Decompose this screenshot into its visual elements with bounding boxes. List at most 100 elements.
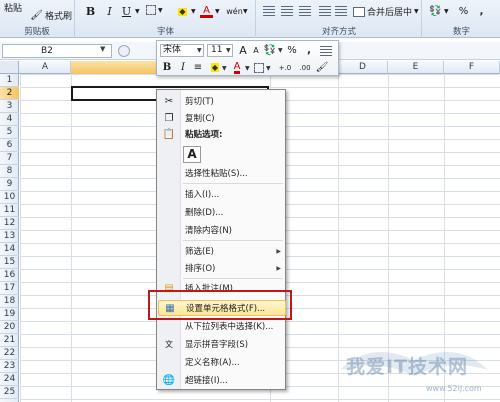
row-header-4[interactable]: 4: [0, 113, 19, 126]
align-center-button[interactable]: [281, 6, 293, 16]
row-header-19[interactable]: 19: [0, 308, 19, 321]
indent-decrease-icon: [319, 6, 331, 16]
row-header-7[interactable]: 7: [0, 152, 19, 165]
paste-option-button[interactable]: A: [183, 146, 201, 163]
row-header-1[interactable]: 1: [0, 74, 19, 87]
align-right-icon: [299, 6, 311, 16]
menu-item-paste-options: 📋 粘贴选项:: [162, 128, 223, 141]
fill-color-button[interactable]: ◆ ▼: [176, 5, 196, 18]
format-painter-button[interactable]: 🖌 格式刷: [30, 9, 72, 22]
phonetic-button[interactable]: wén ▼: [226, 5, 247, 18]
border-button[interactable]: ▼: [146, 5, 163, 15]
menu-item-hyperlink[interactable]: 🌐 超链接(I)...: [158, 372, 286, 388]
row-header-13[interactable]: 13: [0, 230, 19, 243]
menu-item-sort[interactable]: 排序(O) ▶: [158, 260, 286, 276]
column-header-e[interactable]: E: [388, 61, 444, 74]
mini-format-painter-button[interactable]: [320, 44, 332, 57]
menu-item-cut[interactable]: ✂ 剪切(T): [158, 93, 286, 109]
mini-center-button[interactable]: ≡: [192, 61, 204, 74]
row-header-17[interactable]: 17: [0, 282, 19, 295]
column-header-a[interactable]: A: [20, 61, 71, 74]
accounting-format-button[interactable]: 💱 ▼: [429, 5, 448, 18]
border-dropdown-icon[interactable]: ▼: [266, 65, 271, 72]
formula-bar-handle-icon[interactable]: [118, 45, 130, 57]
row-header-22[interactable]: 22: [0, 347, 19, 360]
row-header-12[interactable]: 12: [0, 217, 19, 230]
mini-bold-button[interactable]: B: [161, 61, 173, 74]
menu-item-insert[interactable]: 插入(I)...: [158, 186, 286, 202]
align-left-button[interactable]: [263, 6, 275, 16]
mini-fill-color-button[interactable]: ◆: [209, 61, 221, 74]
menu-item-filter[interactable]: 筛选(E) ▶: [158, 243, 286, 259]
mini-comma-button[interactable]: ,: [303, 44, 315, 57]
row-header-6[interactable]: 6: [0, 139, 19, 152]
underline-button[interactable]: U ▼: [120, 5, 140, 18]
font-label: 字体: [156, 27, 174, 37]
row-header-11[interactable]: 11: [0, 204, 19, 217]
menu-item-delete[interactable]: 删除(D)...: [158, 204, 286, 220]
row-header-25[interactable]: 25: [0, 386, 19, 399]
menu-item-paste-special[interactable]: 选择性粘贴(S)...: [158, 165, 286, 181]
row-header-2[interactable]: 2: [0, 87, 19, 100]
row-header-21[interactable]: 21: [0, 334, 19, 347]
menu-item-pick-from-list[interactable]: 从下拉列表中选择(K)...: [158, 318, 286, 334]
row-header-10[interactable]: 10: [0, 191, 19, 204]
mini-accounting-button[interactable]: 💱: [264, 44, 276, 57]
menu-item-show-phonetic[interactable]: 文 显示拼音字段(S): [158, 336, 286, 352]
bold-button[interactable]: B: [84, 5, 97, 18]
align-right-button[interactable]: [299, 6, 311, 16]
row-header-18[interactable]: 18: [0, 295, 19, 308]
shrink-font-button[interactable]: A: [250, 44, 262, 57]
grow-font-button[interactable]: A: [237, 44, 249, 57]
clipboard-label: 剪贴板: [24, 27, 50, 37]
paste-button[interactable]: 粘贴: [4, 1, 22, 14]
font-size-dropdown-icon[interactable]: ▼: [226, 47, 231, 54]
select-all-corner[interactable]: [0, 61, 19, 74]
mini-increase-decimal-button[interactable]: +.0: [276, 61, 294, 74]
row-header-5[interactable]: 5: [0, 126, 19, 139]
menu-item-define-name[interactable]: 定义名称(A)...: [158, 354, 286, 370]
column-header-d[interactable]: D: [338, 61, 388, 74]
currency-icon: 💱: [429, 5, 442, 17]
comma-button[interactable]: ,: [475, 5, 488, 18]
row-header-23[interactable]: 23: [0, 360, 19, 373]
menu-item-copy[interactable]: ❐ 复制(C): [158, 110, 286, 126]
mini-italic-button[interactable]: I: [177, 61, 189, 74]
paintbrush-icon: [320, 45, 332, 56]
mini-font-color-button[interactable]: A: [231, 61, 243, 74]
row-header-16[interactable]: 16: [0, 269, 19, 282]
name-box[interactable]: B2: [2, 44, 112, 58]
row-header-3[interactable]: 3: [0, 100, 19, 113]
row-header-14[interactable]: 14: [0, 243, 19, 256]
mini-decrease-decimal-button[interactable]: .00: [296, 61, 314, 74]
menu-item-clear-contents[interactable]: 清除内容(N): [158, 222, 286, 238]
mini-percent-button[interactable]: %: [286, 44, 298, 57]
font-name-dropdown-icon[interactable]: ▼: [197, 47, 202, 54]
row-header-20[interactable]: 20: [0, 321, 19, 334]
indent-decrease-button[interactable]: [319, 6, 331, 16]
hyperlink-icon: 🌐: [162, 374, 176, 386]
mini-border-button[interactable]: [253, 61, 265, 74]
alignment-label: 对齐方式: [321, 27, 356, 37]
row-header-15[interactable]: 15: [0, 256, 19, 269]
column-header-f[interactable]: F: [444, 61, 500, 74]
mini-eraser-button[interactable]: 🖌: [316, 61, 329, 74]
indent-increase-button[interactable]: [335, 6, 347, 16]
row-header-8[interactable]: 8: [0, 165, 19, 178]
paste-icon: 📋: [162, 128, 176, 140]
align-left-icon: [263, 6, 275, 16]
fill-color-dropdown-icon[interactable]: ▼: [222, 65, 227, 72]
percent-button[interactable]: %: [457, 5, 470, 18]
row-header-24[interactable]: 24: [0, 373, 19, 386]
accounting-dropdown-icon[interactable]: ▼: [278, 47, 283, 54]
watermark-url: www.52ij.com: [426, 384, 482, 393]
row-header-9[interactable]: 9: [0, 178, 19, 191]
font-color-button[interactable]: A ▼: [200, 5, 220, 18]
italic-button[interactable]: I: [103, 5, 116, 18]
font-color-dropdown-icon[interactable]: ▼: [245, 65, 250, 72]
merge-center-button[interactable]: 合并后居中 ▼: [353, 5, 419, 18]
phonetic-icon: 文: [165, 339, 173, 349]
clipboard-group: 粘贴 🖌 格式刷 剪贴板: [0, 0, 75, 38]
name-box-dropdown-icon[interactable]: ▼: [100, 45, 105, 53]
submenu-arrow-icon: ▶: [276, 247, 281, 255]
